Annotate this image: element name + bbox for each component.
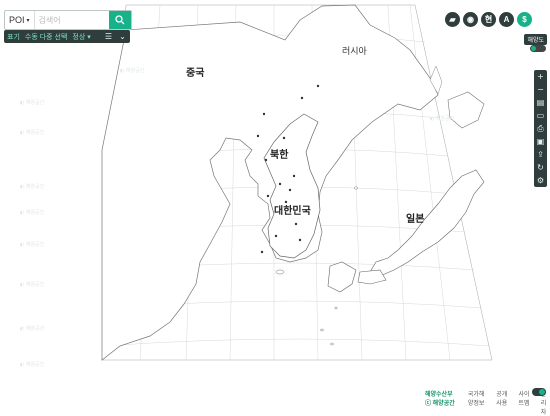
- current-button[interactable]: 현: [481, 12, 496, 27]
- svg-text:◐ 해양공간: ◐ 해양공간: [20, 129, 45, 136]
- filter-mode[interactable]: 수동 다중 선택: [25, 32, 68, 42]
- settings-icon[interactable]: ⚙: [536, 176, 545, 185]
- footer-link-1[interactable]: 국가해양정보: [468, 389, 486, 416]
- svg-text:◐ 해양공간: ◐ 해양공간: [430, 115, 455, 122]
- current-label: 현: [484, 15, 493, 24]
- search-bar: POI ▾: [4, 10, 132, 30]
- svg-text:◐ 해양공간: ◐ 해양공간: [20, 361, 45, 368]
- filter-bar: 표기 수동 다중 선택 정상 ▾ ☰ ⌄: [4, 30, 130, 43]
- minus-icon[interactable]: −: [536, 85, 545, 94]
- label-russia: 러시아: [342, 46, 368, 57]
- ruler-icon[interactable]: ▭: [536, 111, 545, 120]
- layer-toggle[interactable]: [530, 45, 546, 52]
- label-north-korea: 북한: [270, 149, 289, 161]
- label-china: 중국: [186, 67, 204, 79]
- label-south-korea: 대한민국: [274, 204, 311, 217]
- label-japan: 일본: [406, 212, 424, 225]
- poi-label: POI: [9, 15, 25, 25]
- layer-label: 해양도: [524, 34, 547, 45]
- font-label: A: [503, 15, 510, 24]
- list-icon[interactable]: ☰: [104, 32, 113, 41]
- filter-label[interactable]: 표기: [7, 32, 20, 42]
- svg-text:◐ 해양공간: ◐ 해양공간: [20, 183, 45, 190]
- svg-text:◐ 해양공간: ◐ 해양공간: [120, 67, 145, 74]
- plus-icon[interactable]: +: [536, 72, 545, 81]
- side-toolbar: + − ▤ ▭ ⎙ ▣ ⇪ ↻ ⚙: [534, 70, 547, 187]
- top-toolbar: ▰ ◉ 현 A $: [445, 12, 532, 27]
- layers-icon[interactable]: ▤: [536, 98, 545, 107]
- share-icon[interactable]: ⇪: [536, 150, 545, 159]
- footer-link-3[interactable]: 사이트맵: [519, 389, 531, 416]
- chevron-down-icon: ▾: [26, 17, 30, 24]
- currency-label: $: [522, 15, 527, 24]
- svg-text:◐ 해양공간: ◐ 해양공간: [20, 281, 45, 288]
- map-canvas[interactable]: ◐ 해양공간 ◐ 해양공간 ◐ 해양공간 ◐ 해양공간 ◐ 해양공간 ◐ 해양공간 ◐ …: [0, 0, 550, 400]
- filter-state[interactable]: 정상 ▾: [72, 32, 90, 42]
- save-icon[interactable]: ▣: [536, 137, 545, 146]
- basemap-icon[interactable]: ▰: [445, 12, 460, 27]
- search-input[interactable]: [34, 15, 109, 25]
- svg-text:◐ 해양공간: ◐ 해양공간: [20, 325, 45, 332]
- search-button[interactable]: [109, 11, 131, 29]
- font-button[interactable]: A: [499, 12, 514, 27]
- refresh-icon[interactable]: ↻: [536, 163, 545, 172]
- footer-link-2[interactable]: 공개사용: [496, 389, 508, 416]
- svg-text:◐ 해양공간: ◐ 해양공간: [20, 241, 45, 248]
- print-icon[interactable]: ⎙: [536, 124, 545, 133]
- poi-select[interactable]: POI ▾: [5, 11, 35, 29]
- search-icon: [115, 15, 125, 25]
- svg-text:◐ 해양공간: ◐ 해양공간: [20, 99, 45, 106]
- satellite-icon[interactable]: ◉: [463, 12, 478, 27]
- footer-toggle[interactable]: [532, 388, 546, 396]
- currency-button[interactable]: $: [517, 12, 532, 27]
- collapse-icon[interactable]: ⌄: [118, 32, 127, 41]
- svg-text:◐ 해양공간: ◐ 해양공간: [20, 209, 45, 216]
- footer-brand: 해양수산부 ⓒ 해양공간: [425, 392, 455, 407]
